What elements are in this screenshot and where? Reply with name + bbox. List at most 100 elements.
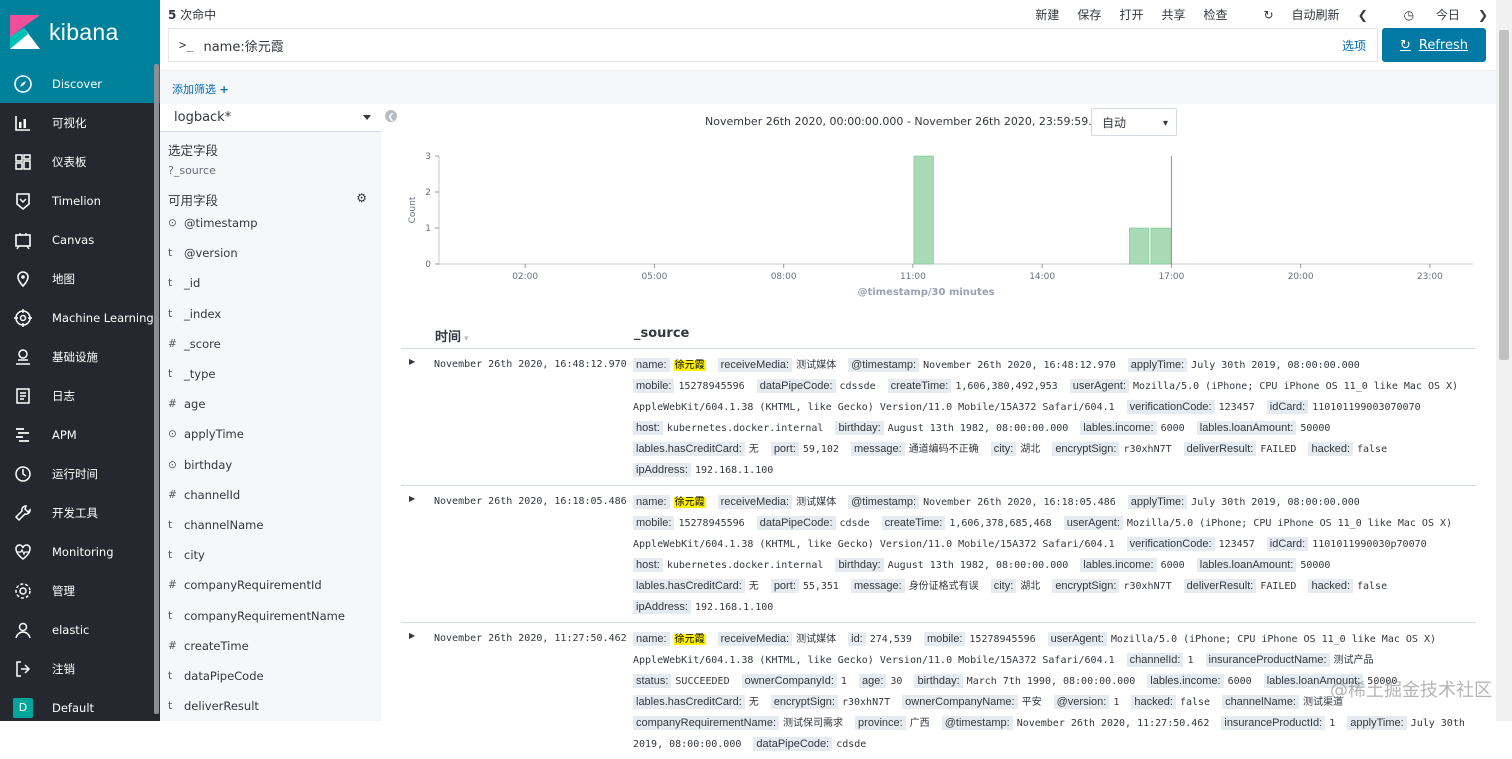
histogram-chart[interactable]: 0 1 2 3 02:00 05:00 08:00 11:00 14:00 17:00 20:00 2…: [381, 144, 1481, 304]
sidebar-item-注销[interactable]: 注销: [0, 649, 160, 688]
histogram-bar: [1150, 227, 1171, 265]
y-tick-label: 2: [425, 188, 431, 198]
sidebar-item-apm[interactable]: APM: [0, 415, 160, 454]
field-name: _source: [173, 163, 216, 177]
sidebar-item-machine-learning[interactable]: Machine Learning: [0, 298, 160, 337]
source-field-value: 1: [840, 676, 847, 687]
share-button[interactable]: 共享: [1161, 6, 1185, 23]
gear-icon[interactable]: ⚙: [356, 191, 367, 205]
kibana-logo[interactable]: kibana: [0, 0, 160, 64]
sidebar-item-canvas[interactable]: Canvas: [0, 220, 160, 259]
sidebar-item-elastic[interactable]: elastic: [0, 610, 160, 649]
time-column-header[interactable]: 时间 ▾: [435, 326, 469, 345]
source-field-key: lables.hasCreditCard:: [633, 442, 745, 456]
sidebar-item-日志[interactable]: 日志: [0, 376, 160, 415]
sidebar-item-discover[interactable]: Discover: [0, 64, 160, 103]
sidebar-item-基础设施[interactable]: 基础设施: [0, 337, 160, 376]
field-item[interactable]: t _id: [160, 268, 381, 298]
source-field-key: idCard:: [1266, 537, 1309, 551]
source-field-key: applyTime:: [1127, 358, 1188, 372]
expand-row-icon[interactable]: ▶: [409, 357, 415, 366]
source-field-key: insuranceProductName:: [1205, 653, 1330, 667]
source-field-key: receiveMedia:: [717, 632, 793, 646]
chevron-down-icon: [363, 115, 371, 120]
expand-row-icon[interactable]: ▶: [409, 631, 415, 640]
field-item[interactable]: # _score: [160, 329, 381, 359]
ml-icon: [12, 307, 34, 329]
field-item[interactable]: t city: [160, 540, 381, 570]
source-field-key: lables.income:: [1080, 558, 1157, 572]
query-input[interactable]: >_ name:徐元霞: [168, 28, 1378, 62]
sidebar-item-仪表板[interactable]: 仪表板: [0, 142, 160, 181]
table-row[interactable]: ▶ November 26th 2020, 16:48:12.970 name: 徐元…: [401, 348, 1476, 485]
app-name: kibana: [49, 18, 119, 45]
field-type-icon: ⊙: [168, 217, 177, 230]
row-timestamp: November 26th 2020, 16:18:05.486: [434, 496, 627, 507]
time-prev-button[interactable]: ❮: [1358, 8, 1368, 22]
source-field-value: 湖北: [1020, 444, 1041, 455]
source-field-value: 测试保司需求: [783, 718, 844, 729]
interval-value: 自动: [1102, 115, 1127, 130]
y-tick-label: 3: [425, 152, 431, 162]
open-button[interactable]: 打开: [1119, 6, 1143, 23]
field-item[interactable]: # companyRequirementId: [160, 570, 381, 600]
time-picker-button[interactable]: ◷ 今日: [1386, 6, 1460, 23]
source-field-value: 59,102: [802, 444, 839, 455]
field-item[interactable]: t @version: [160, 238, 381, 268]
field-name: age: [184, 397, 206, 412]
sidebar-item-管理[interactable]: 管理: [0, 571, 160, 610]
source-field-key: receiveMedia:: [717, 358, 793, 372]
source-field-value: 6000: [1227, 676, 1252, 687]
page-scrollbar[interactable]: [1496, 0, 1512, 721]
x-tick-label: 23:00: [1417, 272, 1443, 282]
index-pattern-select[interactable]: logback*: [160, 104, 381, 132]
query-prompt-icon: >_: [179, 38, 194, 52]
add-filter-link[interactable]: 添加筛选 +: [172, 81, 229, 97]
field-item[interactable]: # createTime: [160, 631, 381, 661]
sidebar-item-monitoring[interactable]: Monitoring: [0, 532, 160, 571]
uptime-icon: [12, 463, 34, 485]
apm-icon: [12, 424, 34, 446]
query-options-link[interactable]: 选项: [1342, 37, 1366, 54]
expand-row-icon[interactable]: ▶: [409, 494, 415, 503]
source-field-value: 110101199003070070: [1312, 402, 1421, 413]
sidebar-scrollbar[interactable]: [154, 64, 159, 714]
document-table: 时间 ▾ _source ▶ November 26th 2020, 16:48:…: [401, 322, 1476, 759]
source-field-value: 55,351: [802, 581, 839, 592]
field-item[interactable]: # age: [160, 389, 381, 419]
field-item[interactable]: t deliverResult: [160, 691, 381, 721]
save-button[interactable]: 保存: [1077, 6, 1101, 23]
field-item[interactable]: ⊙ birthday: [160, 450, 381, 480]
refresh-button[interactable]: ↻ Refresh: [1382, 28, 1486, 62]
source-field-key: lables.income:: [1147, 674, 1224, 688]
sidebar-item-地图[interactable]: 地图: [0, 259, 160, 298]
sidebar-item-timelion[interactable]: Timelion: [0, 181, 160, 220]
interval-select[interactable]: 自动 ▾: [1091, 108, 1177, 136]
field-item[interactable]: t channelName: [160, 510, 381, 540]
sidebar-item-运行时间[interactable]: 运行时间: [0, 454, 160, 493]
field-item[interactable]: t dataPipeCode: [160, 661, 381, 691]
source-field-key: lables.loanAmount:: [1196, 558, 1297, 572]
source-field-value: March 7th 1990, 08:00:00.000: [966, 676, 1136, 687]
field-item[interactable]: # channelId: [160, 480, 381, 510]
auto-refresh-button[interactable]: ↻ 自动刷新: [1245, 6, 1339, 23]
space-badge-letter: D: [13, 697, 33, 718]
field-item[interactable]: ? _source: [160, 158, 381, 182]
field-item[interactable]: t companyRequirementName: [160, 600, 381, 630]
field-item[interactable]: t _index: [160, 299, 381, 329]
field-item[interactable]: ⊙ @timestamp: [160, 208, 381, 238]
sidebar-item-开发工具[interactable]: 开发工具: [0, 493, 160, 532]
table-row[interactable]: ▶ November 26th 2020, 11:27:50.462 name: 徐元…: [401, 622, 1476, 759]
field-item[interactable]: t _type: [160, 359, 381, 389]
table-row[interactable]: ▶ November 26th 2020, 16:18:05.486 name: 徐元…: [401, 485, 1476, 622]
collapse-sidebar-icon[interactable]: ❮: [385, 110, 397, 122]
page-scrollbar-thumb[interactable]: [1499, 30, 1509, 360]
time-next-button[interactable]: ❯: [1478, 8, 1488, 22]
dashboard-icon: [12, 151, 34, 173]
field-item[interactable]: ⊙ applyTime: [160, 419, 381, 449]
inspect-button[interactable]: 检查: [1203, 6, 1227, 23]
sidebar-item-可视化[interactable]: 可视化: [0, 103, 160, 142]
source-field-key: status:: [633, 674, 672, 688]
sidebar-item-default[interactable]: D Default: [0, 688, 160, 727]
new-button[interactable]: 新建: [1035, 6, 1059, 23]
